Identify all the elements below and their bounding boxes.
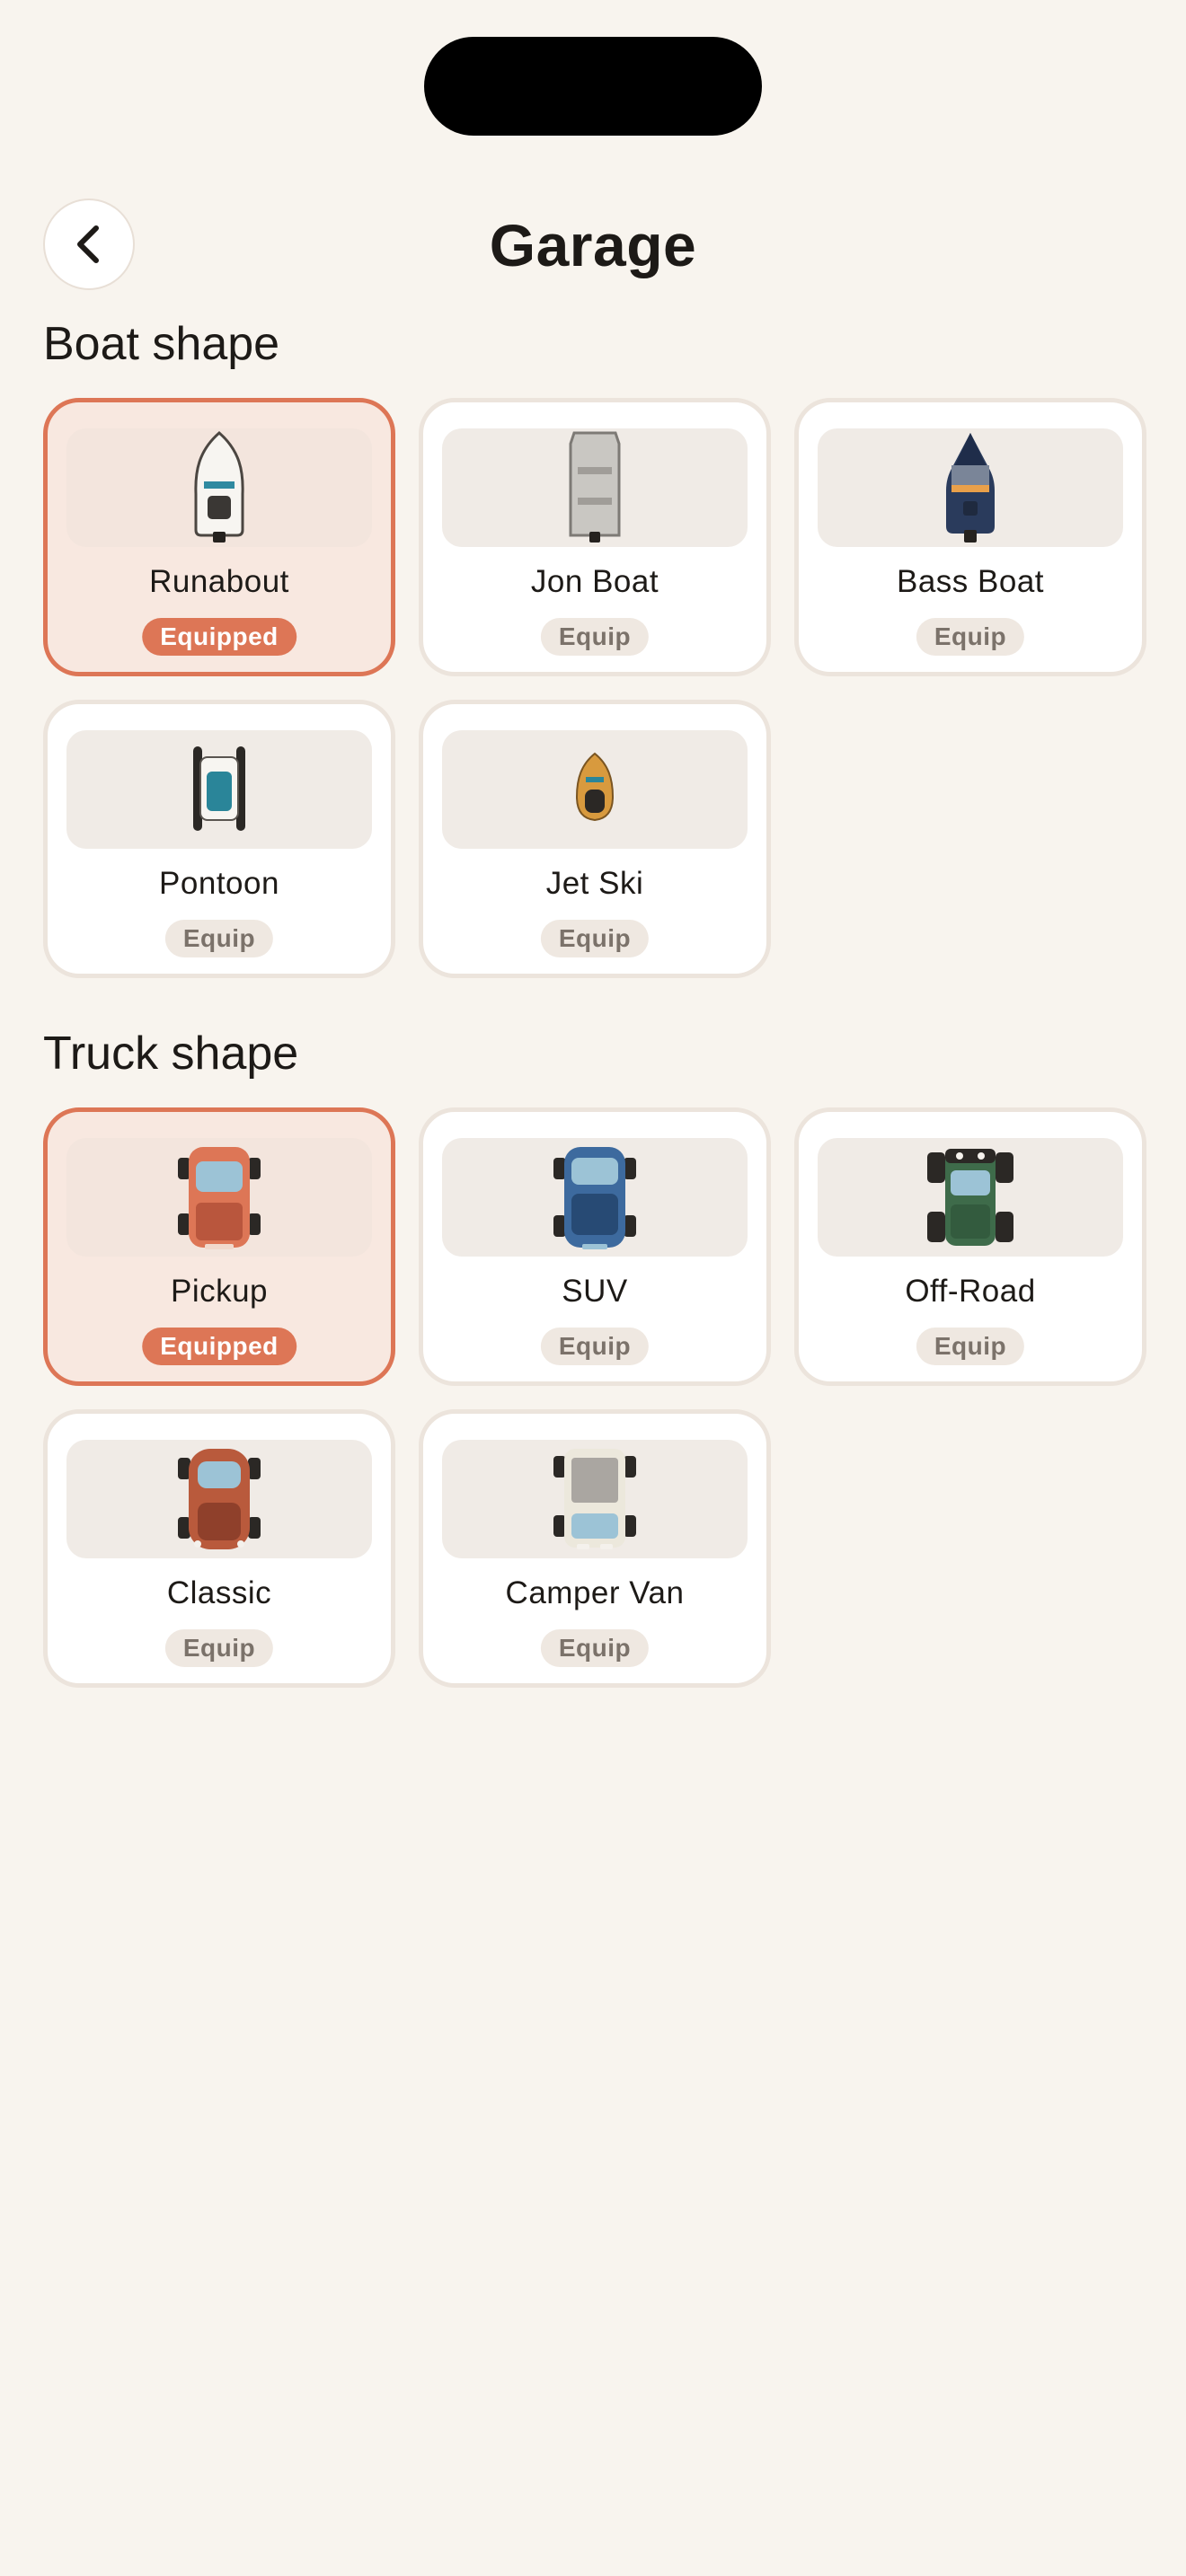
card-thumbnail xyxy=(818,428,1123,547)
card-thumbnail xyxy=(818,1138,1123,1257)
truck-card-off-road[interactable]: Off-Road Equip xyxy=(794,1107,1146,1386)
card-thumbnail xyxy=(442,1138,748,1257)
equip-button[interactable]: Equip xyxy=(540,1629,650,1667)
card-name: Off-Road xyxy=(905,1274,1036,1309)
jet-ski-icon xyxy=(575,752,615,822)
bass-boat-icon xyxy=(946,433,995,543)
equip-button[interactable]: Equip xyxy=(540,1328,650,1365)
card-thumbnail xyxy=(442,1440,748,1558)
card-thumbnail xyxy=(442,428,748,547)
card-name: Jet Ski xyxy=(545,866,644,901)
equipped-badge[interactable]: Equipped xyxy=(142,618,296,656)
boat-card-pontoon[interactable]: Pontoon Equip xyxy=(43,700,395,978)
card-name: Camper Van xyxy=(505,1575,685,1610)
off-road-truck-icon xyxy=(927,1149,1013,1246)
equip-button[interactable]: Equip xyxy=(540,618,650,656)
equipped-badge[interactable]: Equipped xyxy=(142,1328,296,1365)
card-thumbnail xyxy=(66,1440,372,1558)
pontoon-boat-icon xyxy=(193,746,245,831)
runabout-boat-icon xyxy=(194,431,244,543)
card-thumbnail xyxy=(442,730,748,849)
boat-card-jon-boat[interactable]: Jon Boat Equip xyxy=(419,398,771,676)
card-thumbnail xyxy=(66,730,372,849)
jon-boat-icon xyxy=(569,431,621,543)
truck-card-classic[interactable]: Classic Equip xyxy=(43,1409,395,1688)
dynamic-island xyxy=(424,37,762,136)
pickup-truck-icon xyxy=(178,1147,261,1249)
card-name: Jon Boat xyxy=(530,564,659,599)
boat-card-runabout[interactable]: Runabout Equipped xyxy=(43,398,395,676)
card-name: Classic xyxy=(166,1575,272,1610)
section-title-boat: Boat shape xyxy=(43,318,280,370)
card-thumbnail xyxy=(66,428,372,547)
section-title-truck: Truck shape xyxy=(43,1028,299,1080)
card-name: Runabout xyxy=(149,564,289,599)
truck-card-pickup[interactable]: Pickup Equipped xyxy=(43,1107,395,1386)
camper-van-icon xyxy=(553,1449,636,1549)
card-name: Pickup xyxy=(170,1274,269,1309)
card-thumbnail xyxy=(66,1138,372,1257)
truck-card-camper-van[interactable]: Camper Van Equip xyxy=(419,1409,771,1688)
equip-button[interactable]: Equip xyxy=(916,1328,1025,1365)
suv-icon xyxy=(553,1147,636,1249)
page-title: Garage xyxy=(489,212,697,278)
card-name: Pontoon xyxy=(159,866,279,901)
card-name: SUV xyxy=(562,1274,628,1309)
boat-card-bass-boat[interactable]: Bass Boat Equip xyxy=(794,398,1146,676)
classic-car-icon xyxy=(178,1449,261,1549)
equip-button[interactable]: Equip xyxy=(164,1629,274,1667)
equip-button[interactable]: Equip xyxy=(916,618,1025,656)
truck-card-suv[interactable]: SUV Equip xyxy=(419,1107,771,1386)
card-name: Bass Boat xyxy=(896,564,1045,599)
boat-card-jet-ski[interactable]: Jet Ski Equip xyxy=(419,700,771,978)
equip-button[interactable]: Equip xyxy=(540,920,650,957)
equip-button[interactable]: Equip xyxy=(164,920,274,957)
